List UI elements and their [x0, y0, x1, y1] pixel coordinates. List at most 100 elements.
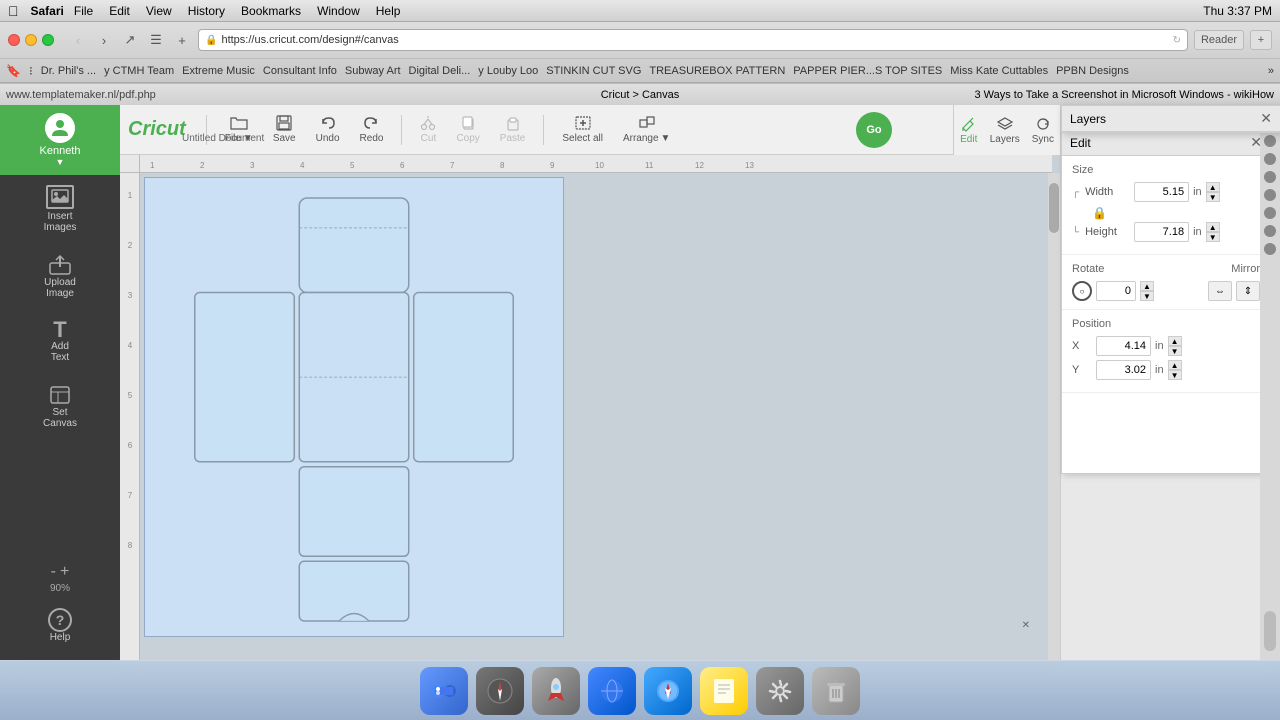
vis-dot-3[interactable]	[1264, 171, 1276, 183]
bookmark-9[interactable]: PAPPER PIER...S TOP SITES	[793, 65, 942, 77]
x-down-button[interactable]: ▼	[1168, 346, 1182, 356]
reader-view-button[interactable]: ☰	[146, 30, 166, 50]
menu-view[interactable]: View	[146, 4, 172, 18]
dock-item-safari[interactable]	[644, 667, 692, 715]
reload-icon[interactable]: ↻	[1173, 35, 1181, 46]
layers-button[interactable]: Layers	[984, 112, 1026, 149]
go-button[interactable]: Go	[856, 112, 892, 148]
minimize-button[interactable]	[25, 34, 37, 46]
mirror-h-button[interactable]: ⇔	[1208, 281, 1232, 301]
bookmark-6[interactable]: y Louby Loo	[478, 65, 538, 77]
bookmark-icon-sidebar[interactable]: 🔖	[6, 64, 21, 78]
svg-text:10: 10	[595, 161, 604, 170]
arrange-button[interactable]: Arrange▼	[617, 111, 676, 148]
bookmark-3[interactable]: Consultant Info	[263, 65, 337, 77]
mirror-v-button[interactable]: ⇕	[1236, 281, 1260, 301]
layers-close-button[interactable]: ✕	[1260, 110, 1272, 127]
bookmark-11[interactable]: PPBN Designs	[1056, 65, 1129, 77]
panel-scrollbar[interactable]	[1264, 611, 1276, 651]
bookmark-0[interactable]: Dr. Phil's ...	[41, 65, 96, 77]
vis-dot-4[interactable]	[1264, 189, 1276, 201]
undo-button[interactable]: Undo	[310, 111, 346, 148]
close-button[interactable]	[8, 34, 20, 46]
back-button[interactable]: ‹	[68, 30, 88, 50]
bookmark-grid[interactable]: ⁝	[29, 64, 33, 78]
menu-app-name[interactable]: Safari	[31, 4, 64, 18]
toolbar-sep-3	[543, 115, 544, 145]
aspect-lock-icon[interactable]: 🔒	[1092, 206, 1107, 220]
menu-edit[interactable]: Edit	[109, 4, 130, 18]
scroll-thumb-v[interactable]	[1049, 183, 1059, 233]
bookmark-10[interactable]: Miss Kate Cuttables	[950, 65, 1048, 77]
bookmark-2[interactable]: Extreme Music	[182, 65, 255, 77]
save-button[interactable]: Save	[267, 111, 302, 148]
menu-bookmarks[interactable]: Bookmarks	[241, 4, 301, 18]
vis-dot-6[interactable]	[1264, 225, 1276, 237]
x-label: X	[1072, 340, 1092, 352]
reader-button[interactable]: Reader	[1194, 30, 1244, 50]
dock-item-trash[interactable]	[812, 667, 860, 715]
sidebar-item-upload-image[interactable]: Upload Image	[0, 243, 120, 309]
y-input[interactable]	[1096, 360, 1151, 380]
canvas-scrollbar-v[interactable]	[1048, 173, 1060, 661]
x-up-button[interactable]: ▲	[1168, 336, 1182, 346]
width-input[interactable]	[1134, 182, 1189, 202]
width-up-button[interactable]: ▲	[1206, 182, 1220, 192]
vis-dot-1[interactable]	[1264, 135, 1276, 147]
rotate-down-button[interactable]: ▼	[1140, 291, 1154, 301]
cut-label: Cut	[421, 133, 437, 144]
sidebar-item-insert-images[interactable]: Insert Images	[0, 175, 120, 243]
bookmark-4[interactable]: Subway Art	[345, 65, 401, 77]
svg-text:8: 8	[128, 541, 133, 550]
bookmark-8[interactable]: TREASUREBOX PATTERN	[649, 65, 785, 77]
menu-history[interactable]: History	[188, 4, 225, 18]
user-section[interactable]: Kenneth ▼	[0, 105, 120, 175]
y-up-button[interactable]: ▲	[1168, 360, 1182, 370]
bookmark-5[interactable]: Digital Deli...	[409, 65, 471, 77]
more-bookmarks[interactable]: »	[1268, 65, 1274, 77]
vis-dot-7[interactable]	[1264, 243, 1276, 255]
redo-button[interactable]: Redo	[354, 111, 390, 148]
dock-item-finder[interactable]	[420, 667, 468, 715]
undo-label: Undo	[316, 133, 340, 144]
dock-item-rocket[interactable]	[532, 667, 580, 715]
zoom-button[interactable]: +	[1250, 30, 1272, 50]
vis-dot-5[interactable]	[1264, 207, 1276, 219]
menu-help[interactable]: Help	[376, 4, 401, 18]
forward-button[interactable]: ›	[94, 30, 114, 50]
menu-file[interactable]: File	[74, 4, 93, 18]
menu-window[interactable]: Window	[317, 4, 360, 18]
dock-item-compass[interactable]	[476, 667, 524, 715]
rotate-input[interactable]	[1096, 281, 1136, 301]
height-up-button[interactable]: ▲	[1206, 222, 1220, 232]
x-input[interactable]	[1096, 336, 1151, 356]
width-down-button[interactable]: ▼	[1206, 192, 1220, 202]
sidebar-item-add-text[interactable]: T Add Text	[0, 309, 120, 373]
copy-button[interactable]: Copy	[450, 111, 485, 148]
dock-item-mercury[interactable]	[588, 667, 636, 715]
dock-item-preferences[interactable]	[756, 667, 804, 715]
vis-dot-2[interactable]	[1264, 153, 1276, 165]
dock-item-notes[interactable]	[700, 667, 748, 715]
zoom-out-button[interactable]: -	[51, 563, 56, 581]
rotate-up-button[interactable]: ▲	[1140, 281, 1154, 291]
new-tab-button[interactable]: +	[172, 30, 192, 50]
sync-button[interactable]: Sync	[1026, 112, 1060, 149]
select-all-button[interactable]: Select all	[556, 111, 609, 148]
bookmark-1[interactable]: y CTMH Team	[104, 65, 174, 77]
address-bar[interactable]	[221, 34, 1168, 46]
sidebar-item-set-canvas[interactable]: Set Canvas	[0, 373, 120, 439]
height-down-button[interactable]: ▼	[1206, 232, 1220, 242]
y-down-button[interactable]: ▼	[1168, 370, 1182, 380]
cut-button[interactable]: Cut	[414, 111, 442, 148]
share-button[interactable]: ↗	[120, 30, 140, 50]
rotate-dial-icon[interactable]: ○	[1072, 281, 1092, 301]
paste-button[interactable]: Paste	[494, 111, 532, 148]
maximize-button[interactable]	[42, 34, 54, 46]
edit-mode-button[interactable]: Edit	[954, 112, 984, 149]
height-input[interactable]	[1134, 222, 1189, 242]
sidebar-item-help[interactable]: ? Help	[40, 598, 80, 653]
apple-icon[interactable]: 	[8, 3, 19, 19]
zoom-in-button[interactable]: +	[60, 563, 69, 581]
bookmark-7[interactable]: STINKIN CUT SVG	[546, 65, 641, 77]
